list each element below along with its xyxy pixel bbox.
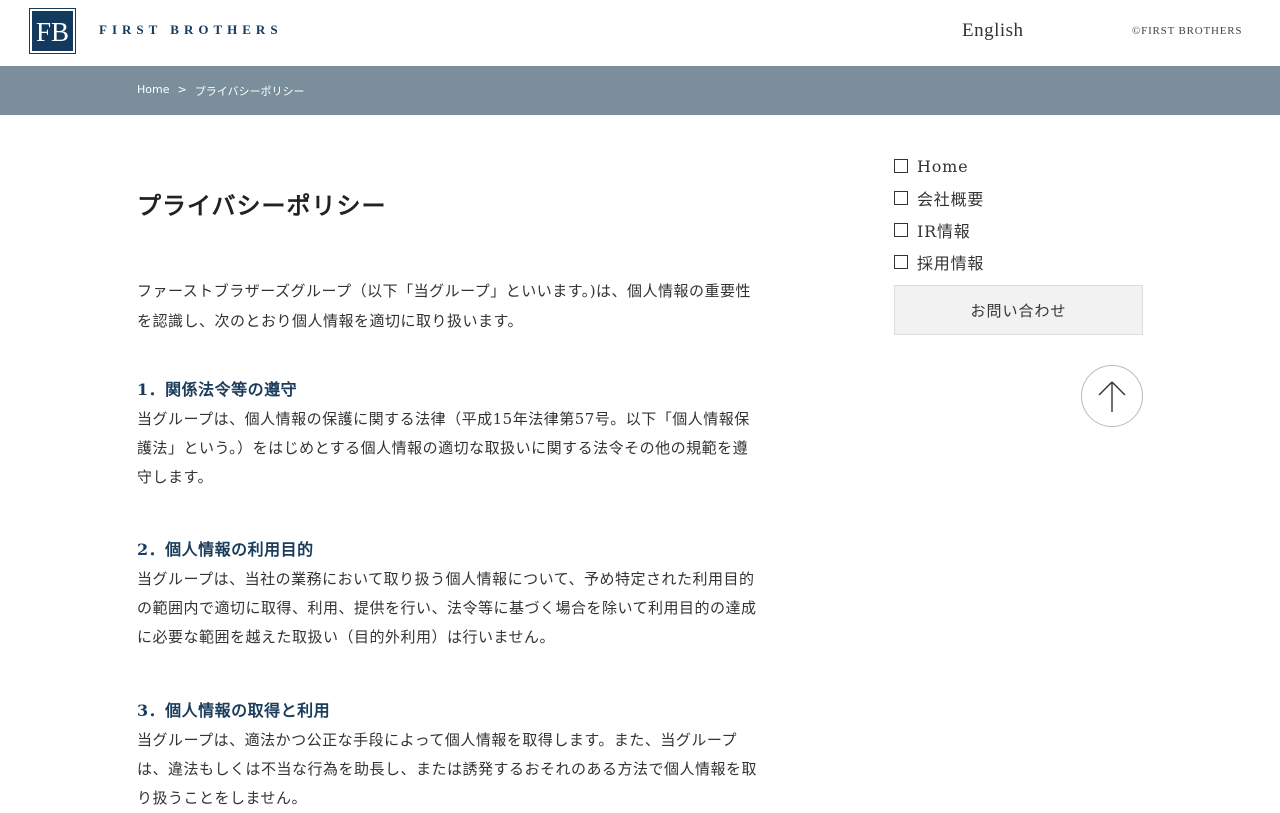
sidebar-item-label: Home: [917, 156, 969, 176]
breadcrumb-current: プライバシーポリシー: [194, 85, 305, 98]
breadcrumb-separator: >: [177, 83, 187, 96]
breadcrumb-home-link[interactable]: Home: [137, 83, 169, 99]
arrow-up-icon: [1098, 381, 1126, 412]
copyright-text: ©FIRST BROTHERS: [1132, 25, 1243, 37]
intro-text: ファーストブラザーズグループ（以下「当グループ」といいます。)は、個人情報の重要…: [137, 282, 752, 330]
contact-button[interactable]: お問い合わせ: [894, 285, 1143, 335]
sidebar-item-recruit[interactable]: 採用情報: [894, 246, 1143, 278]
sidebar-nav: Home 会社概要 IR情報 採用情報 お問い合わせ: [894, 150, 1143, 335]
sidebar-item-label: IR情報: [917, 222, 971, 241]
section-body: 当グループは、個人情報の保護に関する法律（平成15年法律第57号。以下「個人情報…: [137, 410, 750, 486]
page-title: プライバシーポリシー: [137, 191, 387, 220]
sidebar-item-home[interactable]: Home: [894, 150, 1143, 182]
policy-section-3: 3．個人情報の取得と利用 当グループは、適法かつ公正な手段によって個人情報を取得…: [137, 699, 762, 813]
square-icon: [894, 159, 908, 173]
section-heading: 2．個人情報の利用目的: [137, 540, 314, 559]
section-heading: 1．関係法令等の遵守: [137, 380, 298, 399]
sidebar-item-company[interactable]: 会社概要: [894, 182, 1143, 214]
square-icon: [894, 223, 908, 237]
breadcrumb: Home > プライバシーポリシー: [137, 83, 304, 99]
sidebar-item-ir[interactable]: IR情報: [894, 214, 1143, 246]
brand-name[interactable]: FIRST BROTHERS: [99, 22, 283, 38]
breadcrumb-bar: Home > プライバシーポリシー: [0, 66, 1280, 115]
language-link-english[interactable]: English: [962, 20, 1024, 42]
logo-icon[interactable]: FB: [29, 8, 76, 54]
sidebar-item-label: 採用情報: [917, 254, 985, 273]
section-heading: 3．個人情報の取得と利用: [137, 701, 331, 720]
back-to-top-button[interactable]: [1081, 365, 1143, 427]
policy-section-2: 2．個人情報の利用目的 当グループは、当社の業務において取り扱う個人情報について…: [137, 538, 762, 652]
square-icon: [894, 255, 908, 269]
policy-section-1: 1．関係法令等の遵守 当グループは、個人情報の保護に関する法律（平成15年法律第…: [137, 378, 762, 492]
svg-text:FB: FB: [36, 17, 69, 47]
section-body: 当グループは、当社の業務において取り扱う個人情報について、予め特定された利用目的…: [137, 570, 757, 646]
site-header: FB FIRST BROTHERS English ©FIRST BROTHER…: [0, 0, 1280, 66]
sidebar-item-label: 会社概要: [917, 190, 985, 209]
square-icon: [894, 191, 908, 205]
